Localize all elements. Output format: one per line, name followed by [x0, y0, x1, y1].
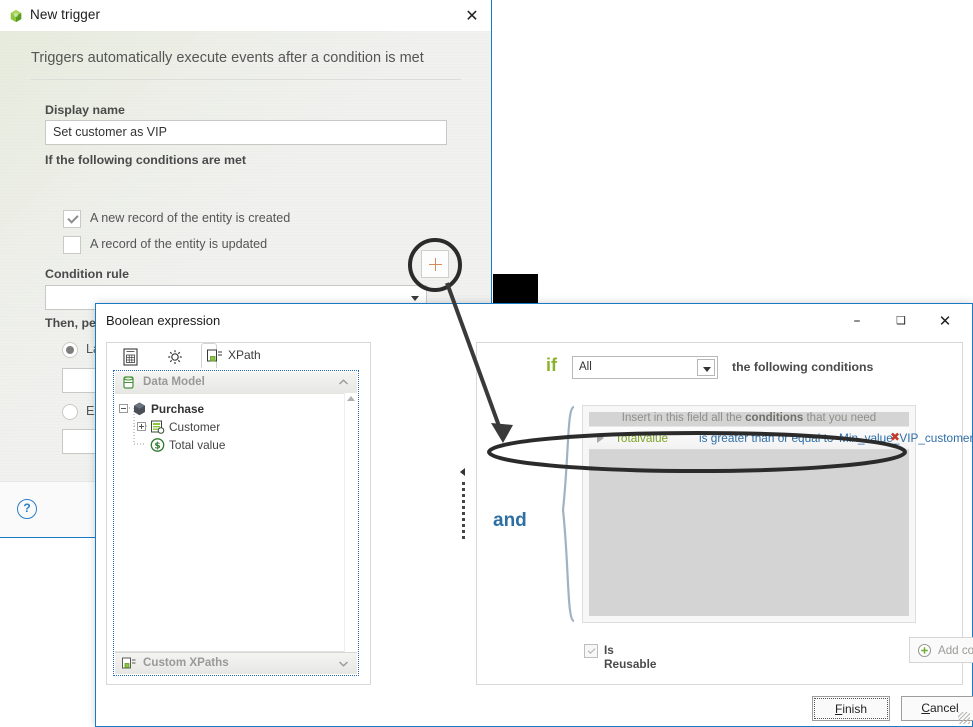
conditions-container: Insert in this field all the conditions …: [582, 405, 973, 623]
watermark-suffix: that you need: [803, 412, 877, 424]
boolean-expression-dialog: Boolean expression – ❑ ✕ XPath Data Mode…: [95, 303, 973, 727]
finish-label-rest: inish: [842, 702, 868, 716]
currency-icon: $: [150, 438, 165, 452]
boolean-titlebar: Boolean expression – ❑ ✕: [96, 304, 972, 338]
scope-select-value: All: [579, 361, 592, 373]
panel-splitter[interactable]: [459, 342, 468, 685]
xpath-icon: [122, 657, 136, 669]
cancel-mnemonic: C: [921, 701, 930, 715]
custom-xpaths-label: Custom XPaths: [143, 656, 229, 669]
condition-value[interactable]: Min_value_VIP_customer: [839, 431, 973, 445]
chevron-down-icon[interactable]: [411, 296, 419, 301]
tree-node-label: Customer: [169, 420, 221, 434]
boolean-dialog-title: Boolean expression: [106, 313, 221, 328]
chevron-up-icon[interactable]: [338, 377, 349, 388]
radio-box[interactable]: [62, 404, 78, 420]
checkbox-label: A record of the entity is updated: [90, 237, 268, 251]
close-icon[interactable]: ✕: [461, 6, 483, 26]
finish-button-inner: Finish: [814, 698, 888, 719]
condition-field[interactable]: Totalvalue: [615, 431, 668, 445]
document-grid-icon[interactable]: [120, 347, 142, 367]
divider: [31, 79, 461, 80]
group-brace: [561, 405, 576, 623]
chevron-down-icon[interactable]: [697, 359, 715, 376]
scroll-up-icon[interactable]: [347, 396, 355, 401]
tree-node-label: Purchase: [151, 402, 205, 416]
xpath-panel: XPath Data Model Purchase Customer $ Tot…: [106, 342, 371, 685]
page-title: New trigger: [30, 7, 101, 22]
tree-expander-minus[interactable]: [119, 404, 128, 413]
database-icon: [123, 376, 134, 389]
cancel-label-rest: ancel: [929, 701, 959, 715]
radio-box[interactable]: [62, 342, 78, 358]
redaction-block: [493, 274, 538, 303]
checkbox-box[interactable]: [584, 644, 598, 658]
maximize-icon[interactable]: ❑: [884, 308, 918, 334]
scope-select[interactable]: All: [572, 356, 718, 379]
tree-node-label: Total value: [169, 438, 226, 452]
tree-area: Purchase Customer $ Total value: [115, 393, 357, 652]
tab-xpath[interactable]: XPath: [201, 343, 261, 368]
close-icon[interactable]: ✕: [928, 308, 962, 334]
add-condition-button[interactable]: Add condition: [909, 637, 973, 663]
display-name-label: Display name: [45, 103, 125, 117]
tab-xpath-label: XPath: [228, 348, 261, 362]
tree-expander-plus[interactable]: [137, 422, 146, 431]
if-label: if: [546, 355, 557, 375]
checkbox-box[interactable]: [63, 236, 81, 254]
checkbox-label: A new record of the entity is created: [90, 211, 291, 225]
data-model-tree-container: Data Model Purchase Customer $ Total val…: [113, 370, 359, 676]
xpath-icon: [207, 349, 222, 362]
and-label: and: [493, 510, 527, 531]
chevron-down-icon[interactable]: [338, 658, 349, 669]
tree-vertical-scrollbar[interactable]: [344, 393, 357, 652]
splitter-collapse-icon[interactable]: [460, 468, 465, 476]
help-icon[interactable]: ?: [17, 499, 37, 519]
trigger-subtitle: Triggers automatically execute events af…: [31, 50, 424, 66]
trigger-titlebar: New trigger ✕: [0, 0, 491, 32]
finish-button[interactable]: Finish: [812, 696, 890, 721]
plus-icon[interactable]: [421, 250, 449, 278]
cube-icon: [10, 9, 22, 23]
add-condition-label: Add condition: [938, 644, 973, 657]
checkbox-box[interactable]: [63, 210, 81, 228]
watermark-prefix: Insert in this field all the: [621, 412, 746, 424]
condition-operator[interactable]: is greater than or equal to: [699, 431, 833, 445]
entity-icon: [134, 402, 145, 416]
is-reusable-label: Is Reusable: [604, 643, 657, 671]
condition-rule-label: Condition rule: [45, 267, 129, 281]
remove-x-icon[interactable]: ✖: [890, 430, 900, 444]
display-name-input[interactable]: Set customer as VIP: [45, 120, 447, 145]
condition-row[interactable]: Totalvalue is greater than or equal to M…: [589, 426, 973, 450]
data-model-group-header[interactable]: Data Model: [115, 372, 357, 394]
resize-grip[interactable]: [958, 712, 970, 724]
gear-icon[interactable]: [164, 347, 186, 367]
data-model-label: Data Model: [143, 375, 205, 388]
conditions-met-label: If the following conditions are met: [45, 153, 247, 167]
custom-xpaths-group-header[interactable]: Custom XPaths: [115, 652, 357, 674]
reference-icon: [151, 420, 165, 434]
expression-panel: if All the following conditions and Inse…: [476, 342, 973, 685]
triangle-right-icon[interactable]: [597, 433, 604, 443]
minimize-icon[interactable]: –: [840, 308, 874, 334]
conditions-list: Insert in this field all the conditions …: [589, 412, 973, 616]
splitter-grip[interactable]: [462, 482, 465, 542]
svg-text:$: $: [154, 442, 160, 452]
plus-circle-icon: [917, 643, 932, 658]
plus-vertical: [435, 258, 436, 271]
xpath-toolbar: XPath: [107, 343, 370, 368]
following-conditions-label: the following conditions: [732, 360, 874, 374]
watermark-emphasis: conditions: [745, 412, 804, 424]
